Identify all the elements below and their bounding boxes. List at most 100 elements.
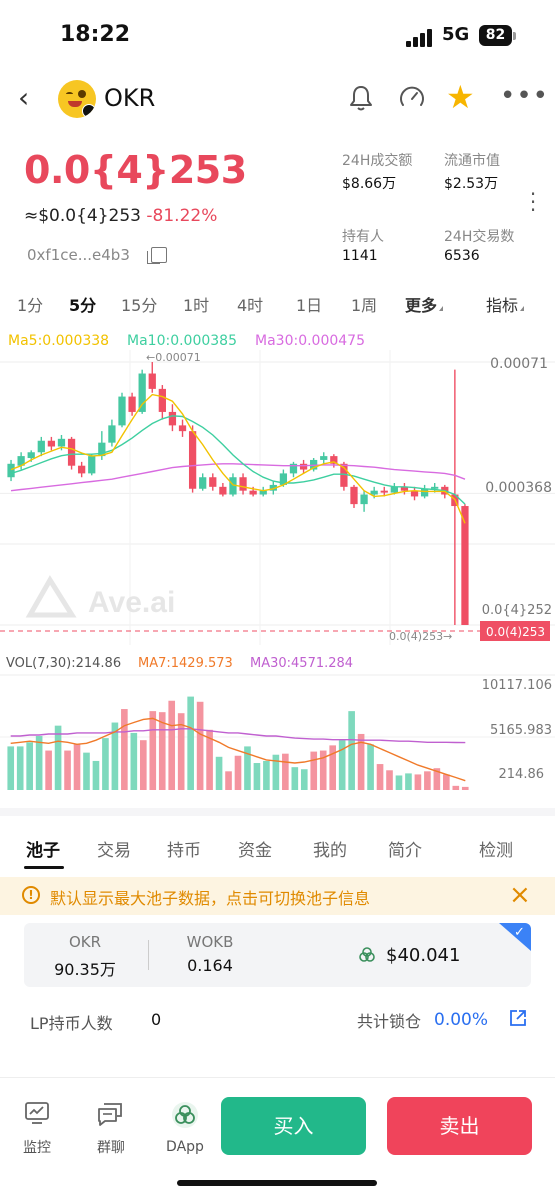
- volume-bar: [414, 774, 422, 790]
- volume-bar: [26, 742, 33, 790]
- tab-check[interactable]: 检测: [479, 836, 513, 861]
- candle-body: [370, 490, 378, 495]
- candle-body: [390, 486, 398, 493]
- tf-1h[interactable]: 1时: [183, 292, 209, 316]
- vol-tick-low: 214.86: [499, 767, 545, 782]
- tf-1w[interactable]: 1周: [351, 292, 377, 316]
- volume-bar: [225, 771, 232, 790]
- volume-bar: [443, 774, 450, 790]
- candle-body: [78, 465, 86, 474]
- candle-body: [431, 486, 439, 489]
- favorite-star-icon[interactable]: ★: [446, 80, 475, 114]
- candle-body: [148, 373, 156, 389]
- volume-bar: [45, 750, 52, 790]
- section-separator: [0, 808, 555, 816]
- volume-bar: [234, 755, 242, 790]
- volume-bar: [16, 746, 24, 790]
- notice-text[interactable]: 默认显示最大池子数据，点击可切换池子信息: [50, 885, 370, 909]
- vol-ma30-line: [10, 728, 466, 744]
- volume-bar: [139, 740, 147, 790]
- buy-button[interactable]: 买入: [221, 1097, 366, 1155]
- tf-1m[interactable]: 1分: [17, 292, 43, 316]
- status-time: 18:22: [60, 22, 131, 47]
- tab-trades[interactable]: 交易: [97, 836, 131, 861]
- tf-15m[interactable]: 15分: [121, 292, 157, 316]
- candle-body: [67, 438, 76, 466]
- sell-button[interactable]: 卖出: [387, 1097, 532, 1155]
- tf-1d[interactable]: 1日: [296, 292, 322, 316]
- locked-label: 共计锁仓: [357, 1012, 422, 1031]
- price-chart[interactable]: Ave.ai 0.0(4)253 ←0.00071 0.0(4)253→ 0.00071…: [0, 330, 555, 800]
- pool-token-a-symbol: OKR: [68, 933, 102, 951]
- token-logo: [58, 80, 96, 118]
- y-tick-top: 0.00071: [490, 356, 548, 372]
- watermark-text: Ave.ai: [88, 586, 175, 619]
- candle-body: [239, 477, 247, 491]
- tab-holders[interactable]: 持币: [167, 836, 201, 861]
- tab-intro[interactable]: 简介: [388, 836, 422, 861]
- usd-price: ≈$0.0{4}253: [24, 206, 141, 226]
- tf-5m[interactable]: 5分: [69, 292, 96, 316]
- indicator-button[interactable]: 指标: [486, 292, 525, 316]
- volume-bar: [83, 752, 90, 790]
- stat-value-mcap: $2.53万: [444, 176, 499, 192]
- stat-value-volume: $8.66万: [342, 176, 397, 192]
- gauge-icon[interactable]: [398, 84, 426, 112]
- close-icon[interactable]: ×: [509, 880, 531, 910]
- y-tick-mid: 0.000368: [485, 480, 552, 496]
- tab-funds[interactable]: 资金: [238, 836, 272, 861]
- candle-body: [128, 396, 136, 412]
- stat-value-holders: 1141: [342, 248, 378, 264]
- lp-holders-value: 0: [151, 1010, 162, 1029]
- candle-body: [178, 425, 187, 432]
- locked-value[interactable]: 0.00%: [434, 1010, 488, 1030]
- max-price-annotation: ←0.00071: [146, 351, 201, 364]
- volume-bar: [187, 696, 194, 790]
- candle-body: [118, 396, 126, 426]
- volume-bar: [386, 770, 393, 790]
- candle-body: [57, 438, 66, 447]
- tf-4h[interactable]: 4时: [237, 292, 263, 316]
- tab-pool[interactable]: 池子: [26, 836, 60, 861]
- nav-dapp-label[interactable]: DApp: [160, 1139, 210, 1155]
- bell-icon[interactable]: [348, 84, 374, 112]
- candle-body: [168, 411, 177, 426]
- back-chevron-icon[interactable]: ‹: [18, 84, 29, 112]
- token-title: OKR: [104, 84, 156, 112]
- candle-body: [37, 440, 45, 453]
- volume-bar: [102, 738, 109, 790]
- nav-chat-label[interactable]: 群聊: [86, 1137, 136, 1157]
- volume-bar: [291, 767, 299, 790]
- candle-body: [249, 490, 257, 495]
- candle-body: [138, 373, 146, 412]
- candle-body: [380, 490, 388, 493]
- candle-body: [461, 506, 469, 625]
- candle-body: [350, 486, 358, 505]
- tf-more[interactable]: 更多: [405, 292, 444, 316]
- vol-ma7-legend: MA7:1429.573: [138, 656, 233, 671]
- dapp-icon[interactable]: [171, 1101, 199, 1129]
- monitor-icon[interactable]: [24, 1101, 50, 1125]
- volume-bar: [310, 751, 318, 790]
- external-link-icon[interactable]: [509, 1009, 527, 1027]
- home-indicator: [177, 1180, 377, 1186]
- copy-icon[interactable]: [147, 247, 167, 264]
- nav-monitor-label[interactable]: 监控: [12, 1137, 62, 1157]
- volume-bar: [215, 756, 223, 790]
- volume-bar: [73, 744, 81, 790]
- stats-more-icon[interactable]: · · ·: [528, 184, 538, 220]
- warning-icon: !: [22, 886, 40, 904]
- candle-body: [209, 477, 217, 487]
- chat-icon[interactable]: [96, 1101, 124, 1127]
- volume-bar: [452, 785, 460, 790]
- pool-token-a-amount: 90.35万: [54, 960, 116, 979]
- pool-tvl: $40.041: [386, 945, 461, 966]
- candle-body: [188, 431, 197, 489]
- more-icon[interactable]: •••: [500, 83, 549, 109]
- tab-mine[interactable]: 我的: [313, 836, 347, 861]
- vol-legend: VOL(7,30):214.86: [6, 656, 121, 671]
- battery-icon: 82: [479, 25, 512, 46]
- volume-bar: [253, 763, 261, 790]
- indicator-caret-icon: [520, 306, 525, 311]
- contract-address[interactable]: 0xf1ce...e4b3: [27, 246, 130, 264]
